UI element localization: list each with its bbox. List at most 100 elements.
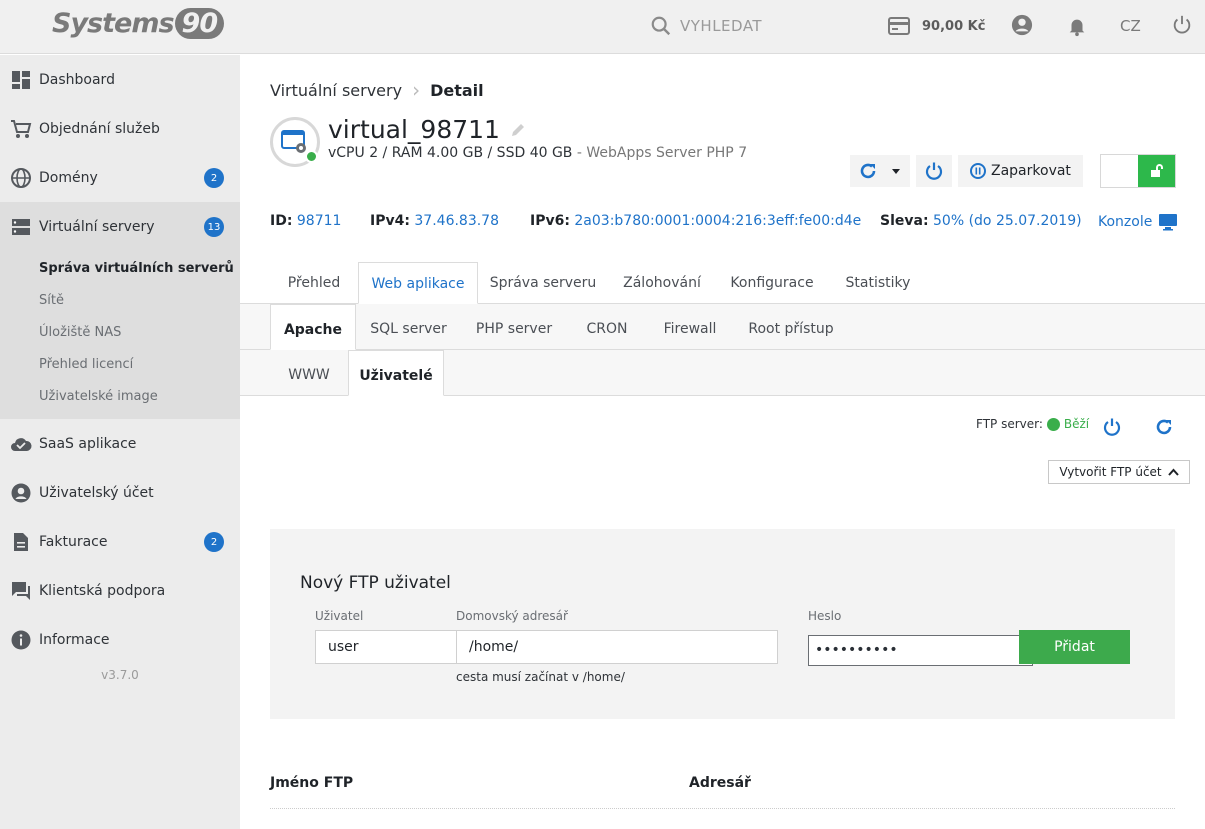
cart-icon: [10, 118, 32, 140]
subnav-images[interactable]: Uživatelské image: [0, 381, 240, 413]
park-button[interactable]: Zaparkovat: [958, 155, 1083, 187]
sidebar-item-support[interactable]: Klientská podpora: [0, 566, 240, 615]
tab-firewall[interactable]: Firewall: [647, 304, 733, 350]
sidebar-subnav: Správa virtuálních serverů Sítě Úložiště…: [0, 251, 240, 419]
card-icon: [888, 17, 910, 35]
globe-icon: [10, 167, 32, 189]
chevron-right-icon: ›: [412, 78, 421, 102]
power-button[interactable]: [916, 155, 952, 187]
sidebar-item-dashboard[interactable]: Dashboard: [0, 55, 240, 104]
servers-count-badge: 13: [204, 217, 224, 237]
credit[interactable]: 90,00 Kč: [888, 17, 985, 35]
server-discount: Sleva: 50% (do 25.07.2019): [880, 213, 1082, 229]
create-ftp-account-button[interactable]: Vytvořit FTP účet: [1048, 460, 1190, 484]
server-title: virtual_98711: [328, 115, 526, 144]
tab-overview[interactable]: Přehled: [270, 262, 358, 304]
logo[interactable]: Systems 90: [52, 8, 225, 39]
sidebar-item-billing[interactable]: Fakturace 2: [0, 517, 240, 566]
account-icon: [10, 482, 32, 504]
ftp-power-icon[interactable]: [1102, 417, 1122, 437]
pause-circle-icon: [970, 163, 986, 179]
tab-root-access[interactable]: Root přístup: [733, 304, 849, 350]
lock-toggle-off: [1101, 155, 1138, 187]
sidebar-item-account[interactable]: Uživatelský účet: [0, 468, 240, 517]
lock-toggle-on: [1138, 155, 1175, 187]
restart-icon[interactable]: [858, 161, 878, 181]
console-link[interactable]: Konzole: [1098, 213, 1178, 231]
notifications[interactable]: [1066, 14, 1088, 38]
home-dir-hint: cesta musí začínat v /home/: [456, 670, 625, 684]
server-spec: vCPU 2 / RAM 4.00 GB / SSD 40 GB - WebAp…: [328, 145, 748, 161]
breadcrumb: Virtuální servery › Detail: [270, 78, 484, 102]
home-dir-field[interactable]: /home/: [456, 630, 778, 664]
ftp-table-header: Jméno FTP Adresář: [270, 775, 1175, 809]
subnav-nas[interactable]: Úložiště NAS: [0, 317, 240, 349]
ftp-restart-icon[interactable]: [1154, 417, 1174, 437]
tab-statistics[interactable]: Statistiky: [828, 262, 928, 304]
password-label: Heslo: [808, 609, 842, 623]
tab-www[interactable]: WWW: [270, 350, 348, 396]
unlock-icon: [1150, 164, 1163, 177]
subnav-licenses[interactable]: Přehled licencí: [0, 349, 240, 381]
sidebar-item-info[interactable]: Informace: [0, 615, 240, 664]
top-bar: Systems 90 VYHLEDAT 90,00 Kč CZ: [0, 0, 1205, 54]
power-icon: [1173, 15, 1191, 34]
tab-apache[interactable]: Apache: [270, 304, 356, 350]
cloud-icon: [10, 433, 32, 455]
apache-tabs: WWW Uživatelé: [240, 350, 1205, 396]
bell-icon: [1069, 19, 1085, 37]
server-ipv4: IPv4: 37.46.83.78: [370, 213, 499, 229]
sidebar-item-saas[interactable]: SaaS aplikace: [0, 419, 240, 468]
user-menu[interactable]: [1011, 14, 1033, 36]
column-directory[interactable]: Adresář: [689, 775, 751, 791]
password-field[interactable]: ••••••••••: [808, 635, 1033, 666]
tab-backups[interactable]: Zálohování: [608, 262, 716, 304]
breadcrumb-parent[interactable]: Virtuální servery: [270, 81, 402, 100]
tab-users[interactable]: Uživatelé: [348, 350, 444, 396]
ftp-status-value: Běží: [1063, 417, 1090, 431]
caret-down-icon[interactable]: [890, 166, 902, 176]
server-name: virtual_98711: [328, 115, 500, 144]
subnav-manage-servers[interactable]: Správa virtuálních serverů: [0, 253, 240, 285]
main-tabs: Přehled Web aplikace Správa serveru Zálo…: [240, 262, 1205, 304]
search-placeholder: VYHLEDAT: [680, 17, 763, 35]
tab-server-management[interactable]: Správa serveru: [478, 262, 608, 304]
sidebar-item-virtual-servers[interactable]: Virtuální servery 13: [0, 202, 240, 251]
search-icon: [651, 16, 671, 36]
tab-configuration[interactable]: Konfigurace: [716, 262, 828, 304]
power-icon: [925, 162, 943, 180]
edit-pencil-icon[interactable]: [510, 122, 526, 138]
server-ipv6: IPv6: 2a03:b780:0001:0004:216:3eff:fe00:…: [530, 213, 862, 229]
add-button[interactable]: Přidat: [1019, 630, 1130, 664]
tab-web-apps[interactable]: Web aplikace: [358, 262, 478, 304]
breadcrumb-current: Detail: [430, 80, 484, 100]
user-icon: [1011, 14, 1033, 36]
chat-icon: [10, 580, 32, 602]
search-box[interactable]: VYHLEDAT: [650, 15, 762, 37]
sidebar-item-domains[interactable]: Domény 2: [0, 153, 240, 202]
lock-toggle[interactable]: [1100, 154, 1176, 188]
server-avatar: [270, 117, 320, 167]
window-gear-icon: [281, 130, 306, 153]
document-icon: [10, 531, 32, 553]
app-version: v3.7.0: [101, 668, 139, 682]
language-switch[interactable]: CZ: [1120, 17, 1141, 35]
ftp-server-status: FTP server: Běží: [976, 417, 1090, 431]
credit-amount: 90,00 Kč: [922, 18, 986, 34]
tab-php-server[interactable]: PHP server: [461, 304, 567, 350]
logout[interactable]: [1171, 14, 1193, 36]
column-ftp-name[interactable]: Jméno FTP: [270, 775, 353, 791]
server-icon: [10, 216, 32, 238]
restart-group: [850, 155, 910, 187]
new-ftp-user-form: Nový FTP uživatel Uživatel Domovský adre…: [270, 529, 1175, 719]
server-id: ID: 98711: [270, 213, 342, 229]
user-label: Uživatel: [315, 609, 364, 623]
username-field[interactable]: user: [315, 630, 457, 664]
tab-cron[interactable]: CRON: [567, 304, 647, 350]
subnav-networks[interactable]: Sítě: [0, 285, 240, 317]
sidebar-item-order[interactable]: Objednání služeb: [0, 104, 240, 153]
info-icon: [10, 629, 32, 651]
tab-sql-server[interactable]: SQL server: [356, 304, 461, 350]
status-dot: [1046, 417, 1060, 431]
form-title: Nový FTP uživatel: [300, 573, 451, 593]
